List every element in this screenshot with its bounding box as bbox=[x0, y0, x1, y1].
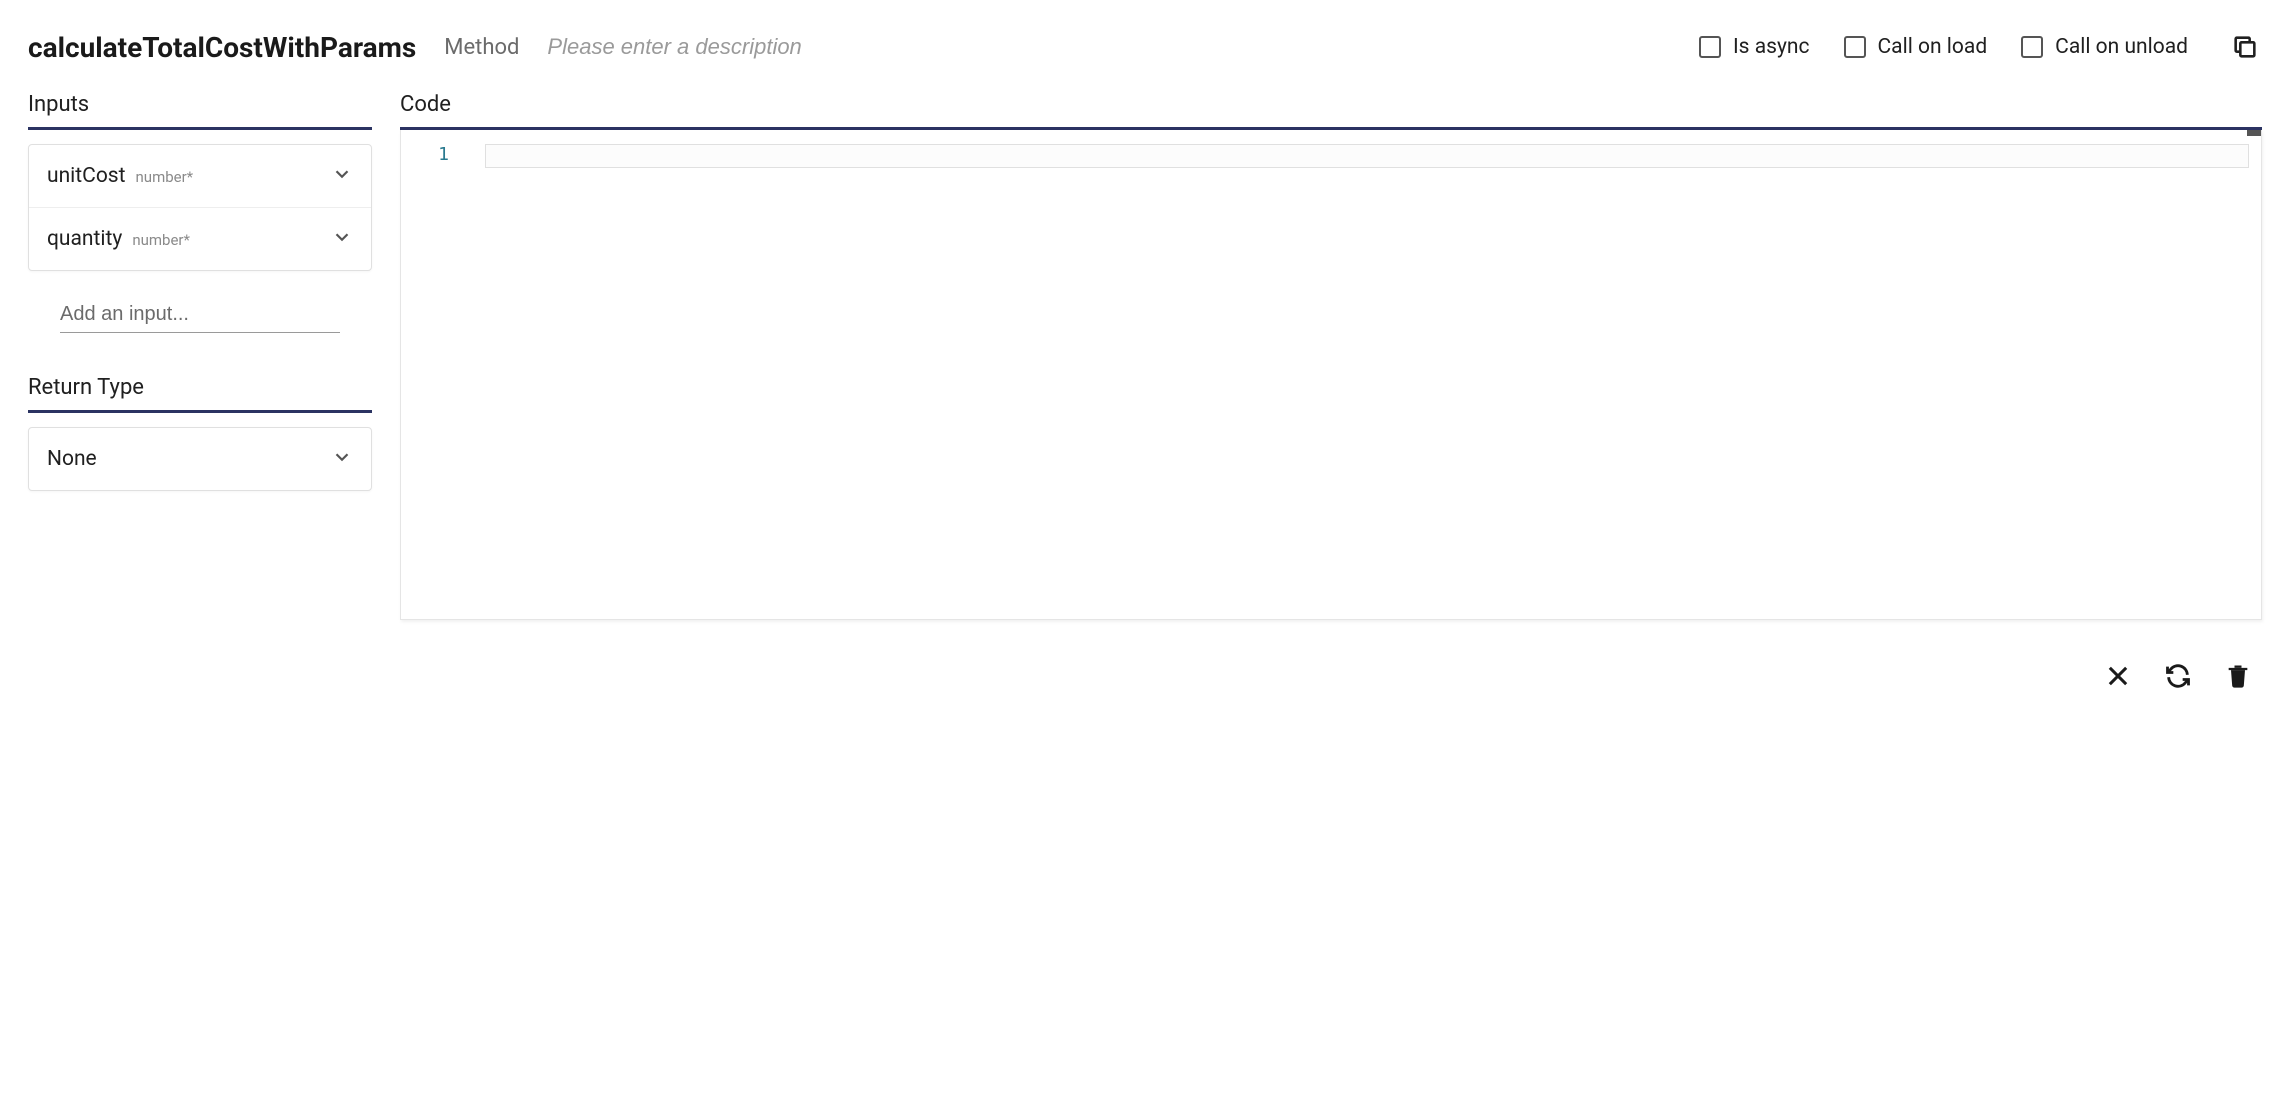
method-name[interactable]: calculateTotalCostWithParams bbox=[28, 31, 416, 64]
chevron-down-icon bbox=[331, 226, 353, 252]
input-type: number* bbox=[132, 231, 190, 249]
call-on-load-checkbox[interactable]: Call on load bbox=[1844, 35, 1988, 59]
is-async-checkbox[interactable]: Is async bbox=[1699, 35, 1810, 59]
checkbox-box-icon bbox=[1844, 36, 1866, 58]
call-on-load-label: Call on load bbox=[1878, 35, 1988, 59]
delete-button[interactable] bbox=[2222, 660, 2254, 692]
checkbox-box-icon bbox=[2021, 36, 2043, 58]
return-type-value: None bbox=[47, 447, 97, 471]
code-editor[interactable]: 1 bbox=[400, 130, 2262, 620]
method-kind-label: Method bbox=[444, 35, 519, 60]
call-on-unload-label: Call on unload bbox=[2055, 35, 2188, 59]
copy-icon bbox=[2231, 33, 2259, 61]
checkbox-box-icon bbox=[1699, 36, 1721, 58]
input-row[interactable]: unitCost number* bbox=[29, 145, 371, 207]
method-header: calculateTotalCostWithParams Method Is a… bbox=[28, 30, 2262, 92]
input-name: unitCost bbox=[47, 164, 126, 188]
code-gutter: 1 bbox=[401, 130, 463, 619]
copy-button[interactable] bbox=[2228, 30, 2262, 64]
refresh-icon bbox=[2164, 662, 2192, 690]
inputs-section-title: Inputs bbox=[28, 92, 372, 130]
inputs-list: unitCost number* quantity number* bbox=[28, 144, 372, 271]
code-scroll-marker bbox=[2247, 130, 2261, 136]
input-name: quantity bbox=[47, 227, 122, 251]
return-type-select[interactable]: None bbox=[29, 428, 371, 490]
code-current-line bbox=[485, 144, 2249, 168]
return-section-title: Return Type bbox=[28, 375, 372, 413]
input-row[interactable]: quantity number* bbox=[29, 207, 371, 270]
is-async-label: Is async bbox=[1733, 35, 1810, 59]
chevron-down-icon bbox=[331, 446, 353, 472]
chevron-down-icon bbox=[331, 163, 353, 189]
input-type: number* bbox=[136, 168, 194, 186]
trash-icon bbox=[2224, 662, 2252, 690]
close-button[interactable] bbox=[2102, 660, 2134, 692]
description-input[interactable] bbox=[547, 34, 1671, 60]
code-section-title: Code bbox=[400, 92, 2262, 130]
footer-actions bbox=[400, 620, 2262, 700]
return-type-card: None bbox=[28, 427, 372, 491]
close-icon bbox=[2104, 662, 2132, 690]
line-number: 1 bbox=[401, 144, 449, 165]
call-on-unload-checkbox[interactable]: Call on unload bbox=[2021, 35, 2188, 59]
refresh-button[interactable] bbox=[2162, 660, 2194, 692]
add-input-field[interactable] bbox=[60, 295, 340, 333]
